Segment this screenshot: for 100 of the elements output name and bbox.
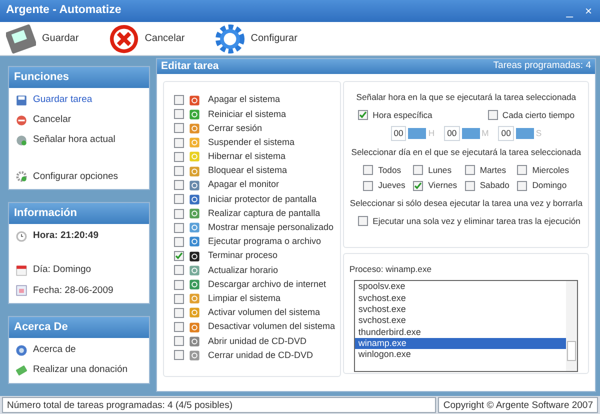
- minimize-button[interactable]: _: [564, 5, 575, 17]
- list-item[interactable]: winlogon.exe: [355, 349, 566, 360]
- day-label[interactable]: Domingo: [532, 179, 567, 192]
- checkbox[interactable]: [174, 294, 184, 304]
- list-item[interactable]: spoolsv.exe: [355, 281, 566, 293]
- task-label[interactable]: Reiniciar el sistema: [208, 108, 286, 122]
- checkbox[interactable]: [363, 165, 374, 175]
- task-label[interactable]: Iniciar protector de pantalla: [208, 192, 317, 206]
- sidebar-link[interactable]: Cancelar: [33, 113, 72, 128]
- time-spinner[interactable]: 00: [444, 126, 480, 142]
- checkbox[interactable]: [174, 336, 184, 346]
- option-label[interactable]: Cada cierto tiempo: [502, 108, 574, 122]
- sidebar-link[interactable]: Guardar tarea: [33, 92, 92, 108]
- checkbox[interactable]: [174, 236, 184, 247]
- task-label[interactable]: Limpiar el sistema: [208, 292, 281, 306]
- checkbox[interactable]: [174, 194, 184, 204]
- task-label[interactable]: Descargar archivo de internet: [208, 278, 326, 292]
- close-button[interactable]: ×: [582, 5, 594, 17]
- panel-header: Funciones: [9, 67, 149, 88]
- checkbox[interactable]: [465, 180, 476, 191]
- checkbox[interactable]: [174, 251, 184, 262]
- section-heading: Seleccionar día en el que se ejecutará la tarea seleccionada: [350, 146, 582, 159]
- day-label[interactable]: Todos: [378, 164, 402, 176]
- task-label[interactable]: Hibernar el sistema: [208, 150, 286, 164]
- task-label[interactable]: Realizar captura de pantalla: [208, 206, 320, 220]
- unit-label: M: [482, 127, 489, 140]
- task-label[interactable]: Cerrar unidad de CD-DVD: [208, 348, 314, 362]
- info-text: Hora: 21:20:49: [33, 229, 98, 244]
- day-label[interactable]: Lunes: [428, 164, 452, 176]
- process-list[interactable]: spoolsv.exe svchost.exe svchost.exe svchost.exe thunderbird.exe winamp.exe winlogon.exe: [354, 280, 578, 372]
- task-count: Tareas programadas: 4: [493, 59, 591, 74]
- checkbox[interactable]: [174, 109, 184, 120]
- checkbox[interactable]: [174, 308, 184, 318]
- checkbox[interactable]: [174, 350, 184, 360]
- checkbox[interactable]: [358, 216, 368, 226]
- day-label[interactable]: Jueves: [378, 179, 406, 192]
- checkbox[interactable]: [517, 165, 528, 175]
- checkbox[interactable]: [174, 166, 184, 176]
- checkbox[interactable]: [413, 165, 424, 175]
- settings-icon: [214, 24, 245, 54]
- task-label[interactable]: Abrir unidad de CD-DVD: [208, 334, 307, 348]
- calendar-icon: [15, 264, 28, 277]
- checkbox[interactable]: [174, 280, 184, 290]
- option-label[interactable]: Hora específica: [372, 108, 432, 122]
- checkbox[interactable]: [174, 222, 184, 233]
- copyright-text: Copyright © Argente Software 2007: [438, 397, 598, 413]
- sidebar-link[interactable]: Señalar hora actual: [33, 133, 116, 148]
- task-label[interactable]: Mostrar mensaje personalizado: [208, 221, 334, 235]
- sidebar-link[interactable]: Acerca de: [33, 343, 76, 358]
- checkbox[interactable]: [174, 138, 184, 148]
- checkbox[interactable]: [363, 180, 374, 191]
- minus-icon: [15, 114, 28, 127]
- task-label[interactable]: Ejecutar programa o archivo: [208, 235, 322, 249]
- option-label[interactable]: Ejecutar una sola vez y eliminar tarea tras la ejecución: [372, 214, 580, 228]
- sidebar-link[interactable]: Configurar opciones: [33, 170, 118, 184]
- checkbox[interactable]: [358, 110, 368, 120]
- gear-icon: [15, 170, 28, 184]
- cancel-button[interactable]: Cancelar: [108, 24, 185, 54]
- time-spinner[interactable]: 00: [498, 126, 534, 142]
- task-label[interactable]: Apagar el monitor: [208, 178, 280, 192]
- day-label[interactable]: Viernes: [428, 179, 458, 192]
- checkbox[interactable]: [174, 265, 184, 276]
- task-label[interactable]: Desactivar volumen del sistema: [208, 320, 336, 334]
- task-label[interactable]: Suspender el sistema: [208, 136, 295, 150]
- time-spinner[interactable]: 00: [390, 126, 426, 142]
- list-item[interactable]: svchost.exe: [355, 292, 566, 304]
- scrollbar-thumb[interactable]: [567, 341, 576, 362]
- task-label[interactable]: Apagar el sistema: [208, 93, 280, 107]
- task-label[interactable]: Cerrar sesión: [208, 122, 262, 136]
- checkbox[interactable]: [174, 208, 184, 219]
- checkbox[interactable]: [174, 180, 184, 190]
- checkbox[interactable]: [174, 95, 184, 106]
- unit-label: H: [428, 127, 435, 140]
- checkbox[interactable]: [413, 180, 424, 191]
- panel-header: Información: [9, 203, 149, 224]
- checkbox[interactable]: [517, 180, 528, 191]
- section-heading: Seleccionar si sólo desea ejecutar la tarea una vez y borrarla: [348, 197, 584, 210]
- day-label[interactable]: Sabado: [480, 179, 510, 192]
- checkbox[interactable]: [174, 123, 184, 134]
- checkbox[interactable]: [488, 110, 498, 120]
- task-label[interactable]: Actualizar horario: [208, 264, 278, 278]
- day-label[interactable]: Martes: [480, 164, 506, 176]
- checkbox[interactable]: [174, 322, 184, 332]
- day-label[interactable]: Miercoles: [532, 164, 569, 176]
- checkbox[interactable]: [465, 165, 476, 175]
- save-button[interactable]: Guardar: [6, 24, 79, 54]
- sidebar-link[interactable]: Realizar una donación: [33, 363, 128, 378]
- task-label[interactable]: Activar volumen del sistema: [208, 306, 320, 320]
- checkbox[interactable]: [174, 152, 184, 162]
- task-label[interactable]: Bloquear el sistema: [208, 164, 288, 178]
- list-item[interactable]: svchost.exe: [355, 315, 566, 327]
- info-text: Fecha: 28-06-2009: [33, 284, 114, 298]
- unit-label: S: [536, 127, 542, 140]
- section-heading: Señalar hora en la que se ejecutará la tarea seleccionada: [355, 91, 578, 104]
- list-item[interactable]: winamp.exe: [355, 338, 566, 350]
- settings-button[interactable]: Configurar: [214, 24, 298, 54]
- panel-header: Acerca De: [9, 317, 149, 338]
- list-item[interactable]: svchost.exe: [355, 304, 566, 316]
- task-label[interactable]: Terminar proceso: [208, 249, 278, 263]
- list-item[interactable]: thunderbird.exe: [355, 326, 566, 338]
